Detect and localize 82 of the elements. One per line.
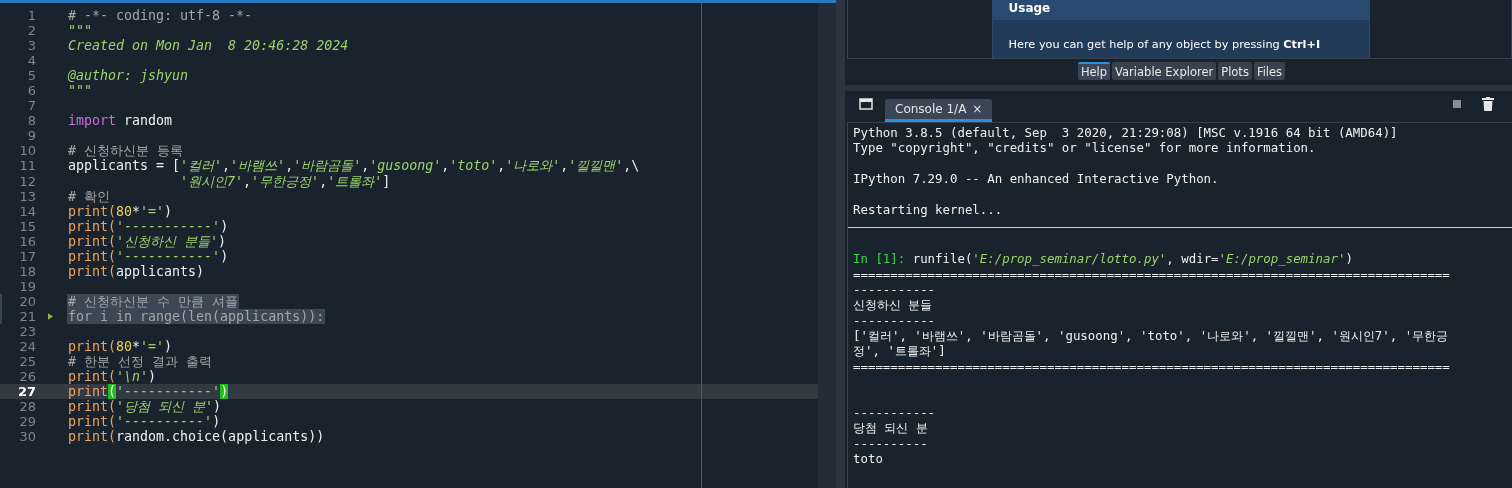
code-line: print('-----------') xyxy=(67,248,230,264)
fold-marker-icon[interactable] xyxy=(47,312,53,320)
console-line: Restarting kernel... xyxy=(853,201,1004,218)
stop-icon[interactable] xyxy=(1452,99,1462,109)
line-number: 28 xyxy=(18,399,36,415)
code-line: @author: jshyun xyxy=(67,68,190,84)
line-number: 1 xyxy=(26,8,36,23)
line-number: 24 xyxy=(18,339,36,355)
code-line: print(80*'=') xyxy=(67,339,174,355)
code-line: print('신청하신 분들') xyxy=(67,233,228,249)
pane-tab[interactable]: Help xyxy=(1077,62,1111,80)
input-prompt: In [1]: xyxy=(853,251,906,267)
console-line: 정', '트롤좌'] xyxy=(853,343,947,359)
console-line: 당첨 되신 분 xyxy=(853,420,929,436)
code-line: # 신청하신분 등록 xyxy=(67,143,185,159)
trash-icon[interactable] xyxy=(1482,97,1494,111)
line-number: 20 xyxy=(18,293,36,309)
line-number: 8 xyxy=(26,113,36,129)
line-number: 7 xyxy=(26,98,36,114)
code-line: # -*- coding: utf-8 -*- xyxy=(67,8,254,23)
console-line: ----------- xyxy=(853,312,937,329)
line-number: 5 xyxy=(26,68,36,84)
line-number: 15 xyxy=(18,218,36,234)
console-line: ----------- xyxy=(853,282,937,298)
console-line: ================================================================================ xyxy=(853,358,1451,375)
pane-tab[interactable]: Plots xyxy=(1218,62,1252,80)
tab-label[interactable]: Console 1/A xyxy=(895,102,967,116)
line-number: 4 xyxy=(26,53,36,69)
line-number: 13 xyxy=(18,188,36,204)
code-line: # 한분 선정 결과 출력 xyxy=(67,354,214,370)
help-text: Here you can get help of any object by pressing Ctrl+I xyxy=(1007,37,1322,51)
line-number: 19 xyxy=(18,278,36,294)
line-number: 9 xyxy=(26,128,36,144)
code-line: print('-----------') xyxy=(67,384,230,400)
code-line: print(applicants) xyxy=(67,263,206,279)
console-line: ================================================================================ xyxy=(853,266,1451,283)
code-line: print('\n') xyxy=(67,369,158,385)
line-number: 25 xyxy=(18,354,36,370)
line-number: 11 xyxy=(18,158,36,174)
scrollbar[interactable] xyxy=(818,3,836,488)
line-number: 6 xyxy=(26,83,36,99)
code-line: print('----------') xyxy=(67,414,221,430)
console-line: ['컬러', '바램쓰', '바람곰돌', 'gusoong', 'toto', '나로와', '낄낄맨', '원시인7', '무한긍 xyxy=(853,328,1450,344)
line-number: 30 xyxy=(18,429,36,445)
console-line: IPython 7.29.0 -- An enhanced Interactive Python. xyxy=(853,171,1220,187)
console-command: runfile('E:/prop_seminar/lotto.py', wdir='E:/prop_seminar') xyxy=(911,251,1353,267)
line-number: 2 xyxy=(26,23,36,39)
code-line: print('-----------') xyxy=(67,218,230,234)
line-number: 23 xyxy=(18,324,36,339)
console-line: ---------- xyxy=(853,435,929,451)
line-number: 16 xyxy=(18,233,36,249)
code-line: # 확인 xyxy=(67,188,111,204)
code-line: '원시인7','무한긍정','트롤좌'] xyxy=(179,173,392,189)
line-number: 18 xyxy=(18,263,36,279)
window-icon[interactable] xyxy=(859,98,873,110)
line-number: 3 xyxy=(26,38,36,54)
line-number: 29 xyxy=(18,414,36,430)
console-line: 신청하신 분들 xyxy=(853,297,934,313)
console-tab[interactable]: Console 1/A × xyxy=(885,99,993,122)
line-number: 10 xyxy=(18,143,36,159)
console-line: toto xyxy=(853,450,884,467)
line-number: 21 xyxy=(18,308,36,324)
code-line: """ xyxy=(67,23,94,39)
code-line: import random xyxy=(67,113,174,129)
code-line: print(80*'=') xyxy=(67,203,174,219)
pane-tab[interactable]: Variable Explorer xyxy=(1112,62,1217,80)
code-line: applicants = ['컬러','바램쓰','바람곰돌','gusoong','toto','나로와','낄낄맨',\ xyxy=(67,158,641,174)
console-line: Type "copyright", "credits" or "license" for more information. xyxy=(853,140,1317,156)
console-line: ----------- xyxy=(853,404,937,421)
line-number: 14 xyxy=(18,203,36,219)
close-icon[interactable]: × xyxy=(972,102,983,116)
code-line: print('당첨 되신 분') xyxy=(67,399,223,415)
code-line: """ xyxy=(67,83,94,99)
pane-tab[interactable]: Files xyxy=(1253,62,1286,80)
line-number: 27 xyxy=(16,384,36,400)
usage-title: Usage xyxy=(992,0,1369,20)
console-line: Python 3.8.5 (default, Sep 3 2020, 21:29:08) [MSC v.1916 64 bit (AMD64)] xyxy=(853,125,1399,141)
line-number: 12 xyxy=(18,173,36,189)
line-number: 17 xyxy=(18,248,36,264)
line-number: 26 xyxy=(18,369,36,385)
code-line: print(random.choice(applicants)) xyxy=(67,429,326,445)
code-line: Created on Mon Jan 8 20:46:28 2024 xyxy=(67,38,350,54)
